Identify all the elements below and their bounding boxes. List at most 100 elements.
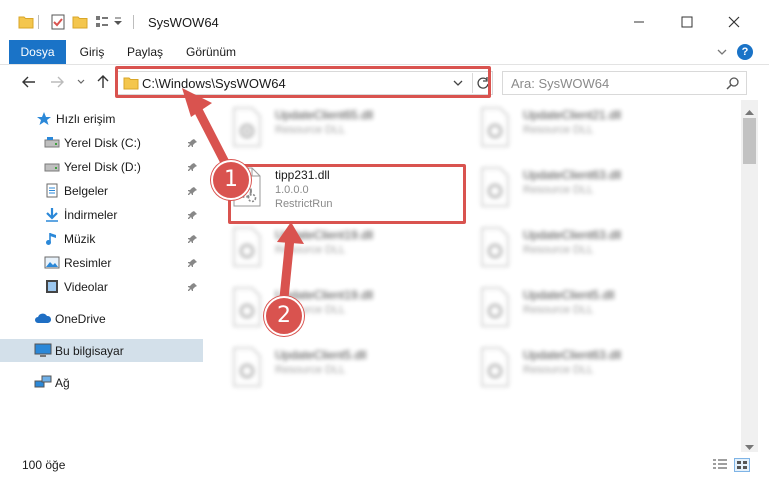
sidebar-item-local-disk-c[interactable]: Yerel Disk (C:) xyxy=(0,131,203,154)
sidebar-item-label: Hızlı erişim xyxy=(56,112,116,126)
download-icon xyxy=(44,207,60,222)
dll-file-icon xyxy=(478,167,512,207)
sidebar-item-downloads[interactable]: İndirmeler xyxy=(0,203,203,226)
documents-icon xyxy=(44,183,60,198)
drive-icon xyxy=(44,159,60,174)
status-bar: 100 öğe xyxy=(0,452,769,476)
scroll-thumb[interactable] xyxy=(743,118,756,164)
star-icon xyxy=(36,111,52,126)
sidebar-item-label: Müzik xyxy=(64,232,96,246)
file-list: UpdateClient65.dll Resource DLL tipp231.… xyxy=(205,100,741,452)
sidebar-item-quick-access[interactable]: Hızlı erişim xyxy=(0,107,203,130)
navigation-bar: C:\Windows\SysWOW64 Ara: SysWOW64 xyxy=(0,65,769,99)
large-icons-view-icon[interactable] xyxy=(734,458,750,472)
properties-icon[interactable] xyxy=(50,14,66,30)
file-description: Resource DLL xyxy=(523,244,594,256)
sidebar-item-videos[interactable]: Videolar xyxy=(0,275,203,298)
file-item[interactable]: UpdateClient65.dll Resource DLL xyxy=(205,100,435,150)
up-button[interactable] xyxy=(94,73,112,91)
dll-file-icon xyxy=(230,227,264,267)
file-item[interactable]: UpdateClient19.dll Resource DLL xyxy=(205,280,435,330)
cloud-icon xyxy=(34,311,52,326)
expand-ribbon-icon[interactable] xyxy=(716,46,728,60)
file-description: Resource DLL xyxy=(275,124,346,136)
vertical-scrollbar[interactable] xyxy=(741,100,758,452)
callout-step-1: 1 xyxy=(211,160,251,200)
sidebar-item-network[interactable]: Ağ xyxy=(0,371,203,394)
callout-step-2: 2 xyxy=(264,296,304,336)
pin-icon xyxy=(188,209,198,223)
back-button[interactable] xyxy=(20,73,38,91)
sidebar-item-label: Yerel Disk (C:) xyxy=(64,136,141,150)
search-placeholder: Ara: SysWOW64 xyxy=(511,76,610,91)
folder-icon xyxy=(18,14,34,30)
view-options-icon[interactable] xyxy=(94,14,110,30)
window-title: SysWOW64 xyxy=(148,15,219,30)
forward-button[interactable] xyxy=(48,73,66,91)
pin-icon xyxy=(188,281,198,295)
file-description: Resource DLL xyxy=(523,364,594,376)
minimize-button[interactable] xyxy=(627,10,651,34)
file-item[interactable]: UpdateClient5.dll Resource DLL xyxy=(453,280,683,330)
file-description: Resource DLL xyxy=(523,184,594,196)
tab-home[interactable]: Giriş xyxy=(72,40,112,64)
computer-icon xyxy=(34,343,52,358)
pin-icon xyxy=(188,233,198,247)
help-icon[interactable]: ? xyxy=(737,44,753,60)
file-name: UpdateClient63.dll xyxy=(523,348,622,362)
close-button[interactable] xyxy=(722,10,746,34)
dll-file-icon xyxy=(230,287,264,327)
customize-quick-access-icon[interactable] xyxy=(113,16,123,32)
sidebar-item-label: Ağ xyxy=(55,376,70,390)
file-name: UpdateClient5.dll xyxy=(275,348,367,362)
sidebar-item-documents[interactable]: Belgeler xyxy=(0,179,203,202)
sidebar-item-this-pc[interactable]: Bu bilgisayar xyxy=(0,339,203,362)
file-name: UpdateClient21.dll xyxy=(523,108,622,122)
file-item[interactable]: UpdateClient63.dll Resource DLL xyxy=(453,220,683,270)
tab-file[interactable]: Dosya xyxy=(9,40,66,64)
file-name: UpdateClient63.dll xyxy=(523,228,622,242)
music-icon xyxy=(44,231,60,246)
search-icon[interactable] xyxy=(726,76,740,93)
scroll-up-icon[interactable] xyxy=(745,104,754,118)
file-highlight-frame xyxy=(228,164,466,224)
file-item[interactable]: UpdateClient63.dll Resource DLL xyxy=(453,160,683,210)
quick-access-divider xyxy=(38,15,39,29)
file-description: Resource DLL xyxy=(275,364,346,376)
dll-file-icon xyxy=(478,287,512,327)
drive-icon xyxy=(44,135,60,150)
dll-file-icon xyxy=(230,107,264,147)
new-folder-icon[interactable] xyxy=(72,14,88,30)
pin-icon xyxy=(188,137,198,151)
sidebar-item-music[interactable]: Müzik xyxy=(0,227,203,250)
maximize-button[interactable] xyxy=(675,10,699,34)
file-item[interactable]: UpdateClient63.dll Resource DLL xyxy=(453,340,683,390)
recent-locations-icon[interactable] xyxy=(72,73,90,91)
tab-share[interactable]: Paylaş xyxy=(122,40,168,64)
sidebar-item-label: Videolar xyxy=(64,280,108,294)
dll-file-icon xyxy=(230,347,264,387)
sidebar-item-onedrive[interactable]: OneDrive xyxy=(0,307,203,330)
address-highlight-frame xyxy=(115,66,491,98)
dll-file-icon xyxy=(478,107,512,147)
sidebar-item-local-disk-d[interactable]: Yerel Disk (D:) xyxy=(0,155,203,178)
pin-icon xyxy=(188,185,198,199)
search-box[interactable]: Ara: SysWOW64 xyxy=(502,71,747,95)
dll-file-icon xyxy=(478,347,512,387)
sidebar-item-label: Resimler xyxy=(64,256,112,270)
file-item[interactable]: UpdateClient19.dll Resource DLL xyxy=(205,220,435,270)
file-description: Resource DLL xyxy=(523,124,594,136)
file-name: UpdateClient19.dll xyxy=(275,228,374,242)
item-count: 100 öğe xyxy=(22,458,66,472)
ribbon: Dosya Giriş Paylaş Görünüm ? xyxy=(0,40,769,65)
sidebar-item-label: Belgeler xyxy=(64,184,109,198)
sidebar-item-pictures[interactable]: Resimler xyxy=(0,251,203,274)
pin-icon xyxy=(188,257,198,271)
pictures-icon xyxy=(44,255,60,270)
tab-view[interactable]: Görünüm xyxy=(180,40,242,64)
navigation-pane: Hızlı erişim Yerel Disk (C:) Yerel Disk … xyxy=(0,100,205,452)
file-item[interactable]: UpdateClient21.dll Resource DLL xyxy=(453,100,683,150)
sidebar-item-label: İndirmeler xyxy=(64,208,118,222)
file-item[interactable]: UpdateClient5.dll Resource DLL xyxy=(205,340,435,390)
details-view-icon[interactable] xyxy=(712,458,728,472)
